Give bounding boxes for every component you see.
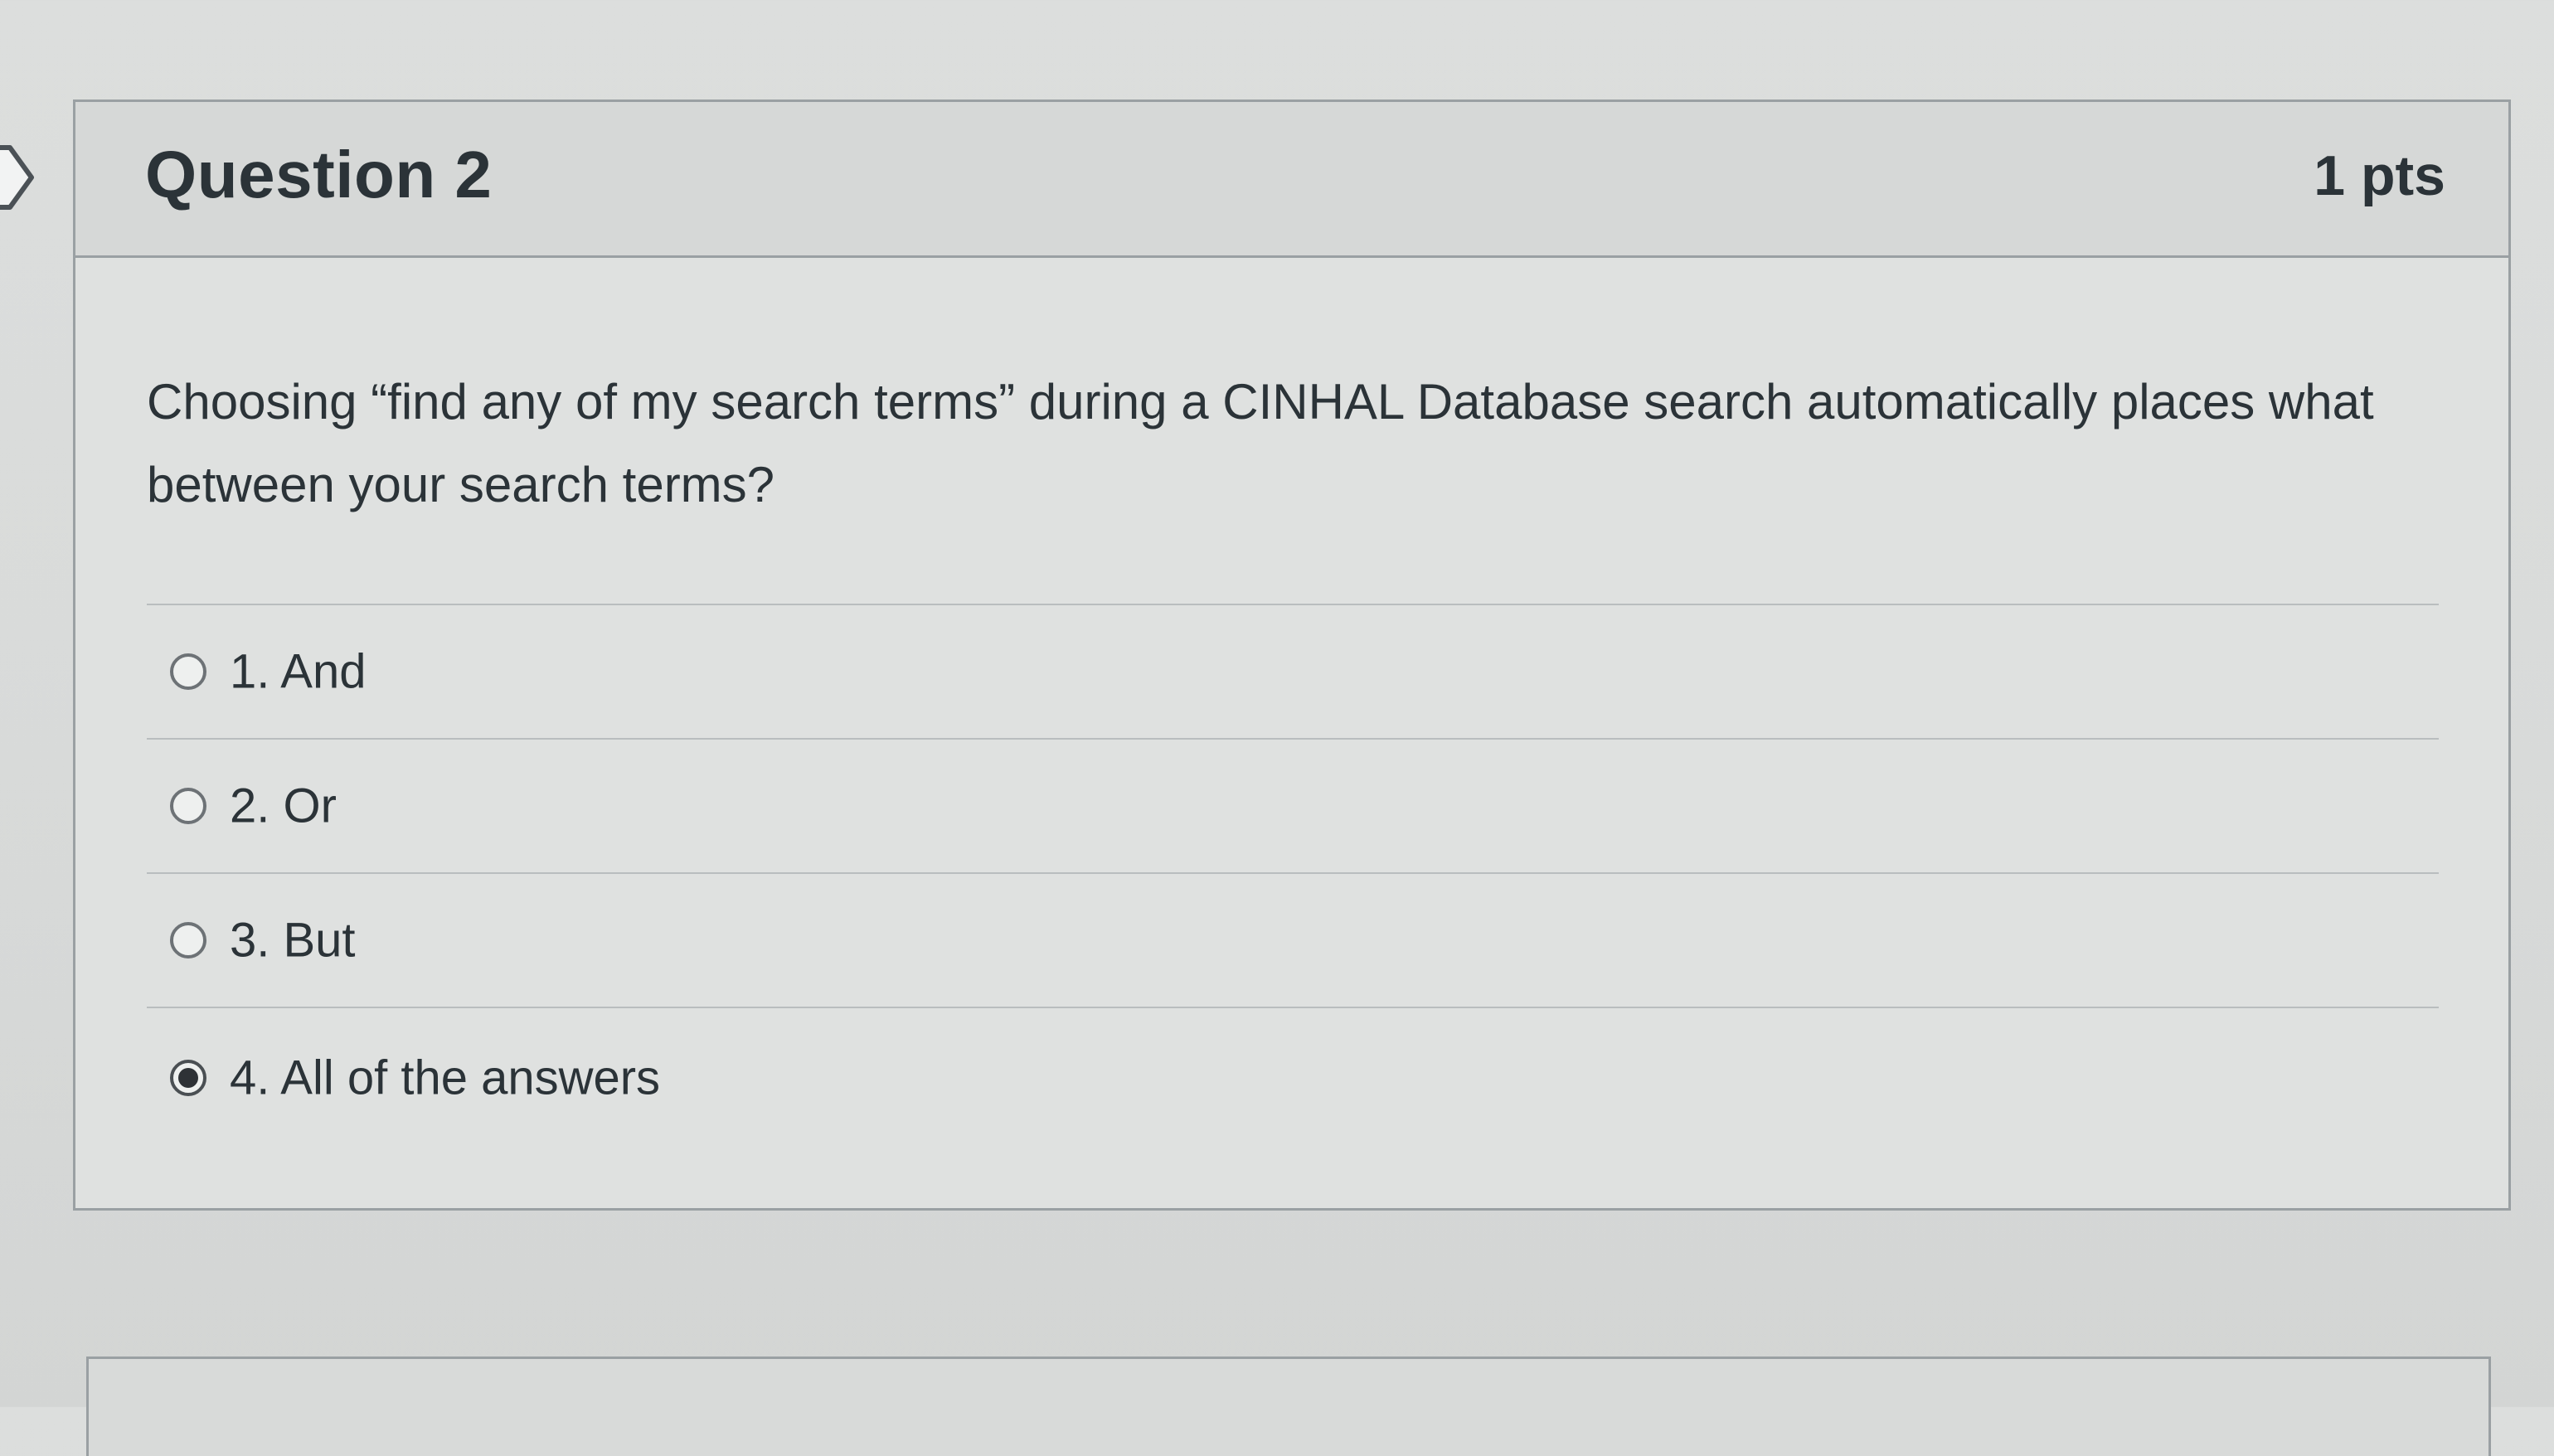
question-text: Choosing “find any of my search terms” d…	[147, 374, 2374, 512]
radio-button[interactable]	[170, 922, 206, 959]
answer-option-4[interactable]: 4. All of the answers	[147, 1007, 2439, 1148]
answer-list: 1. And 2. Or 3. But 4. All of the answer…	[147, 604, 2439, 1148]
answer-label[interactable]: 3. But	[230, 913, 356, 968]
answer-label[interactable]: 1. And	[230, 644, 366, 700]
question-header: Question 2 1 pts	[75, 102, 2508, 258]
question-points: 1 pts	[2314, 144, 2445, 207]
question-card: Question 2 1 pts Choosing “find any of m…	[73, 99, 2511, 1211]
radio-button[interactable]	[170, 788, 206, 824]
next-question-card	[86, 1357, 2491, 1456]
radio-button[interactable]	[170, 653, 206, 690]
answer-option-2[interactable]: 2. Or	[147, 738, 2439, 872]
answer-option-1[interactable]: 1. And	[147, 604, 2439, 738]
answer-label[interactable]: 4. All of the answers	[230, 1051, 660, 1106]
flag-question-icon[interactable]	[0, 143, 38, 212]
answer-option-3[interactable]: 3. But	[147, 872, 2439, 1007]
question-title: Question 2	[145, 138, 493, 211]
radio-button-selected[interactable]	[170, 1060, 206, 1096]
answer-label[interactable]: 2. Or	[230, 779, 337, 834]
